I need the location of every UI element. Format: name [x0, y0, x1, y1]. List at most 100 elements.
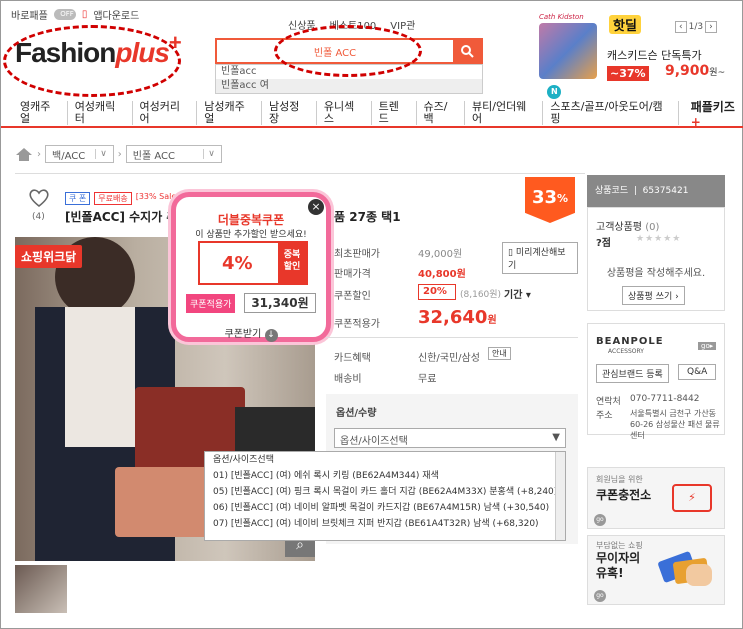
nav-new-badge: N [547, 85, 562, 99]
coupon-subtitle: 이 상품만 추가할인 받으세요! [195, 230, 307, 240]
row-value-card: 신한/국민/삼성 [418, 353, 480, 364]
heart-icon[interactable] [28, 188, 50, 208]
nav-sports[interactable]: 스포츠/골프/아웃도어/캠핑 N [543, 85, 679, 125]
top-utility-bar: 바로패플 OFF ▯ 앱다운로드 [11, 7, 139, 22]
caret-down-icon: ▼ [552, 432, 560, 443]
coupon-pct: 4% [222, 253, 253, 274]
ad-price: 9,900원~ [665, 63, 726, 79]
discount-badge: 33% [525, 177, 575, 223]
review-card: 고객상품평 (0) ?점 ★★★★★ 상품평을 작성해주세요. 상품평 쓰기 › [587, 207, 725, 311]
photo-shirt [65, 307, 135, 447]
period-toggle[interactable]: 기간 ▾ [504, 286, 531, 301]
ad-pager: ‹ 1/3 › [675, 21, 717, 33]
promo1-big: 쿠폰충전소 [596, 488, 652, 502]
go-icon[interactable]: go [594, 514, 606, 526]
option-item[interactable]: 07) [빈폴ACC] (여) 네이비 브릿체크 지퍼 반지갑 (BE61A4T… [205, 516, 565, 532]
search-button[interactable] [453, 40, 481, 62]
option-select[interactable]: 옵션/사이즈선택 ▼ [334, 428, 566, 448]
charge-icon: ⚡ [672, 484, 712, 512]
shortcut-toggle[interactable]: OFF [53, 9, 76, 20]
like-count: (4) [32, 212, 45, 222]
option-list-scrollbar[interactable] [555, 452, 565, 540]
prev-arrow-icon[interactable]: ‹ [675, 21, 687, 33]
row-value-coupon-price: 32,640원 [418, 307, 497, 328]
coupon-detail: (8,160원) [460, 290, 502, 300]
product-title: [빈폴ACC] 수지가 추 [65, 210, 178, 224]
brand-logo[interactable]: BEANPOLE [596, 336, 664, 347]
nav-kids[interactable]: 패플키즈+ [679, 98, 743, 129]
next-arrow-icon[interactable]: › [705, 21, 717, 33]
row-label-coupon-price: 쿠폰적용가 [334, 319, 380, 330]
nav-women-character[interactable]: 여성캐릭터 [68, 101, 133, 125]
category-nav: 영캐주얼 여성캐릭터 여성커리어 남성캐주얼 남성정장 유니섹스 트렌드 슈즈/… [1, 85, 743, 129]
nav-women-career[interactable]: 여성커리어 [133, 101, 198, 125]
option-item[interactable]: 01) [빈폴ACC] (여) 에쉬 록시 키링 (BE62A4M344) 재색 [205, 468, 565, 484]
review-score: ?점 [596, 238, 612, 249]
breadcrumb-sep-icon: › [37, 148, 41, 160]
promo1-small: 회원님을 위한 [596, 475, 643, 484]
product-thumbnail[interactable] [15, 565, 67, 613]
option-item[interactable]: 06) [빈폴ACC] (여) 네이비 알파벳 목걸이 카드지갑 (BE67A4… [205, 500, 565, 516]
nav-young-casual[interactable]: 영캐주얼 [13, 101, 68, 125]
calc-button[interactable]: ▯ 미리계산해보기 [502, 242, 578, 274]
photo-bag-pink [115, 467, 215, 537]
row-value-shipping: 무료 [418, 374, 437, 385]
divider [15, 173, 585, 174]
price-info: 최초판매가 49,000원 ▯ 미리계산해보기 판매가격 40,800원 쿠폰할… [326, 237, 578, 387]
breadcrumb-category[interactable]: 백/ACC ∨ [45, 145, 114, 163]
nav-men-suit[interactable]: 남성정장 [262, 101, 317, 125]
review-prompt: 상품평을 작성해주세요. [606, 268, 706, 279]
credit-card-icon [657, 546, 716, 588]
nav-trend[interactable]: 트렌드 [372, 101, 417, 125]
coupon-rate-box: 4% 중복 할인 [198, 241, 308, 285]
annotation-ellipse-search [274, 25, 422, 77]
download-icon: ↓ [264, 329, 278, 342]
row-label-shipping: 배송비 [334, 374, 362, 385]
breadcrumb-brand[interactable]: 빈폴 ACC ∨ [125, 145, 222, 163]
hotdeal-ad[interactable]: Cath Kidston 핫딜 ‹ 1/3 › 캐스키드슨 단독특가 ~37% … [531, 13, 731, 93]
divider [326, 337, 578, 338]
row-label-card: 카드혜택 [334, 353, 371, 364]
hotdeal-label: 핫딜 [609, 15, 641, 34]
coupon-get-button[interactable]: 쿠폰받기 ↓ [176, 325, 326, 342]
product-title-rest: 상품 27종 택1 [323, 210, 401, 224]
nav-beauty[interactable]: 뷰티/언더웨어 [465, 101, 544, 125]
brand-card: BEANPOLE ACCESSORY go▸ 관심브랜드 등록 Q&A 연락처 … [587, 323, 725, 440]
row-value-price: 40,800원 [418, 269, 466, 280]
shortcut-label: 바로패플 [11, 11, 48, 22]
row-label-original: 최초판매가 [334, 249, 380, 260]
promo2-big: 무이자의 유혹! [596, 551, 641, 580]
write-review-button[interactable]: 상품평 쓰기 › [622, 286, 685, 305]
ad-bags-image [539, 23, 597, 79]
free-shipping-tag: 무료배송 [94, 192, 132, 205]
interest-brand-button[interactable]: 관심브랜드 등록 [596, 364, 669, 383]
go-icon[interactable]: go [594, 590, 606, 602]
coupon-station-banner[interactable]: 회원님을 위한 쿠폰충전소 ⚡ go [587, 467, 725, 529]
brand-sub: ACCESSORY [608, 348, 644, 355]
coupon-tag: 쿠 폰 [65, 192, 91, 205]
suggestion-item[interactable]: 빈폴acc 여 [216, 79, 482, 93]
nav-unisex[interactable]: 유니섹스 [317, 101, 372, 125]
card-info-button[interactable]: 안내 [488, 347, 511, 360]
star-rating-icon: ★★★★★ [636, 234, 682, 244]
chevron-down-icon: ∨ [95, 149, 107, 159]
row-value-original: 49,000원 [418, 249, 463, 260]
breadcrumb-sep-icon: › [117, 148, 122, 160]
address-value: 서울특별시 금천구 가산동 60-26 삼성물산 패션 물류센터 [630, 409, 720, 440]
qa-button[interactable]: Q&A [678, 364, 717, 380]
shopping-week-badge: 쇼핑위크닭 [15, 245, 83, 268]
option-item[interactable]: 05) [빈폴ACC] (여) 핑크 록시 목걸이 카드 홀더 지갑 (BE62… [205, 484, 565, 500]
brand-go-button[interactable]: go▸ [698, 342, 717, 350]
interest-free-banner[interactable]: 부담없는 쇼핑 무이자의 유혹! go [587, 535, 725, 605]
option-dropdown-list: 옵션/사이즈선택 01) [빈폴ACC] (여) 에쉬 록시 키링 (BE62A… [204, 451, 566, 541]
ad-pager-text: 1/3 [688, 22, 704, 32]
nav-men-casual[interactable]: 남성캐주얼 [197, 101, 263, 125]
app-download-link[interactable]: 앱다운로드 [93, 7, 139, 22]
chevron-down-icon: ∨ [203, 149, 215, 159]
nav-shoes-bags[interactable]: 슈즈/백 [417, 101, 465, 125]
double-coupon-popup: 더블중복쿠폰 이 상품만 추가할인 받으세요! 4% 중복 할인 쿠폰적용가 31… [171, 192, 331, 342]
row-label-price: 판매가격 [334, 269, 371, 280]
close-icon[interactable]: × [308, 199, 324, 215]
option-item[interactable]: 옵션/사이즈선택 [205, 452, 565, 468]
coupon-rate-select[interactable]: 20% [418, 284, 456, 300]
